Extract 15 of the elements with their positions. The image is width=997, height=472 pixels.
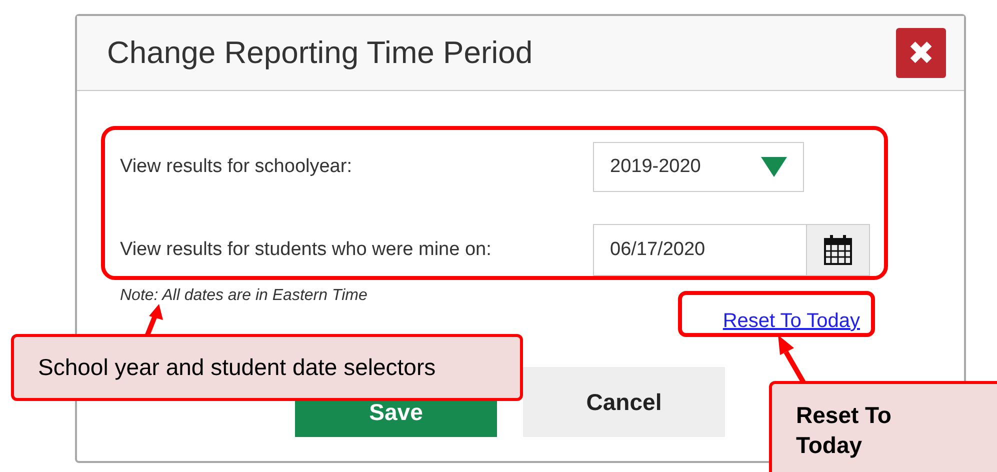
reset-link[interactable]: Reset To Today: [722, 310, 860, 333]
callout-tooltip: Reset To Today: [769, 381, 997, 472]
field-label: View results for schoolyear:: [120, 156, 353, 178]
date-field[interactable]: 06/17/2020: [593, 224, 807, 276]
schoolyear-select[interactable]: 2019-2020: [593, 142, 804, 192]
field-label: View results for students who were mine on:: [120, 239, 492, 261]
arrow-drawing: [143, 304, 165, 336]
caret-icon: [761, 157, 787, 177]
dialog-title: Change Reporting Time Period: [107, 35, 533, 71]
callout-tooltip: School year and student date selectors: [11, 334, 523, 401]
cancel-button[interactable]: Cancel: [523, 367, 725, 437]
calendar-icon: [824, 235, 852, 265]
note-text: Note: All dates are in Eastern Time: [120, 287, 368, 305]
calendar-button[interactable]: [807, 224, 870, 276]
close-button[interactable]: ✖: [896, 28, 946, 78]
